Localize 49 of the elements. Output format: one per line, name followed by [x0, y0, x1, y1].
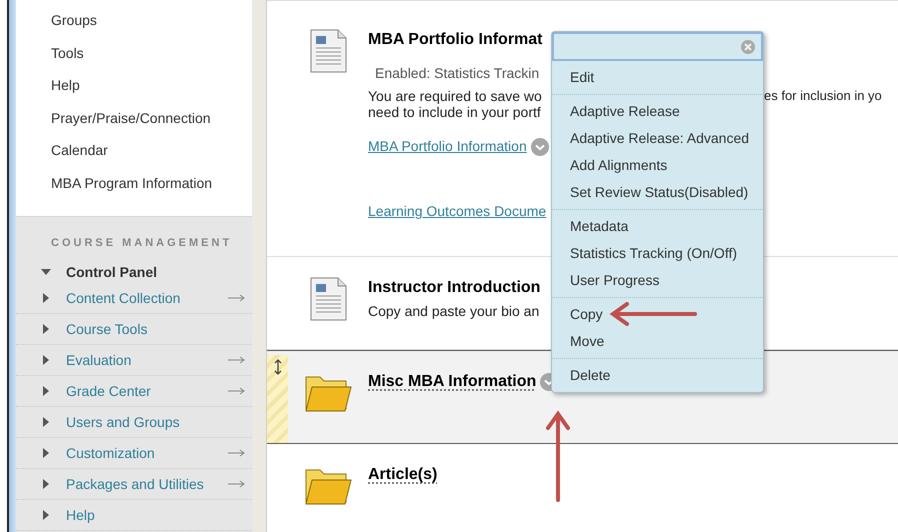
panel-title[interactable]: Control Panel [66, 262, 158, 282]
content-link[interactable]: MBA Portfolio Information [368, 136, 527, 157]
menu-item[interactable]: User Progress [552, 267, 763, 294]
description-text: Copy and paste your bio an [368, 303, 540, 319]
sidebar-link[interactable]: Help [51, 76, 252, 94]
item-title: Instructor Introduction [368, 278, 540, 298]
caret-right-icon[interactable] [41, 324, 51, 334]
sidebar-link[interactable]: Prayer/Praise/Connection [51, 108, 252, 126]
status-text: Enabled: Statistics Trackin [375, 64, 540, 83]
sidebar-link[interactable]: Calendar [51, 141, 252, 159]
menu-item[interactable]: Copy [552, 301, 763, 328]
document-icon [310, 277, 346, 321]
sidebar-link[interactable]: MBA Program Information [51, 174, 252, 192]
move-icon[interactable] [274, 359, 282, 375]
caret-right-icon[interactable] [41, 510, 51, 520]
caret-right-icon[interactable] [41, 386, 51, 396]
description-text: You are required to save wo [368, 88, 543, 104]
menu-item[interactable]: Edit [552, 64, 763, 91]
menu-item[interactable]: Set Review Status(Disabled) [552, 179, 763, 206]
sidebar-link[interactable]: Groups [51, 11, 252, 29]
arrow-right-icon[interactable] [228, 294, 246, 302]
item-title[interactable]: Article(s) [368, 464, 438, 486]
menu-item[interactable]: Adaptive Release: Advanced [552, 125, 763, 152]
menu-item[interactable]: Move [552, 328, 763, 355]
caret-down-icon[interactable] [41, 267, 51, 277]
menu-item[interactable]: Add Alignments [552, 152, 763, 179]
caret-right-icon[interactable] [41, 479, 51, 489]
section-heading: COURSE MANAGEMENT [50, 236, 234, 250]
menu-search-field[interactable] [552, 32, 763, 61]
menu-item[interactable]: Delete [552, 362, 763, 389]
arrow-right-icon[interactable] [228, 356, 246, 364]
drag-handle[interactable] [267, 355, 288, 443]
document-icon [310, 29, 346, 73]
menu-item[interactable]: Statistics Tracking (On/Off) [552, 240, 763, 267]
arrow-right-icon[interactable] [228, 449, 246, 457]
item-title[interactable]: Misc MBA Information [368, 371, 536, 393]
arrow-right-icon[interactable] [228, 480, 246, 488]
description-text: need to include in your portf [368, 104, 542, 120]
caret-right-icon[interactable] [41, 417, 51, 427]
sidebar-link[interactable]: Tools [51, 44, 252, 62]
menu-item[interactable]: Adaptive Release [552, 98, 763, 125]
content-link[interactable]: Learning Outcomes Docume [368, 201, 546, 222]
menu-item[interactable]: Metadata [552, 213, 763, 240]
description-text: es for inclusion in yo [764, 88, 882, 104]
item-title: MBA Portfolio Informat [368, 30, 542, 50]
arrow-right-icon[interactable] [228, 387, 246, 395]
caret-right-icon[interactable] [41, 448, 51, 458]
caret-right-icon[interactable] [41, 293, 51, 303]
caret-right-icon[interactable] [41, 355, 51, 365]
